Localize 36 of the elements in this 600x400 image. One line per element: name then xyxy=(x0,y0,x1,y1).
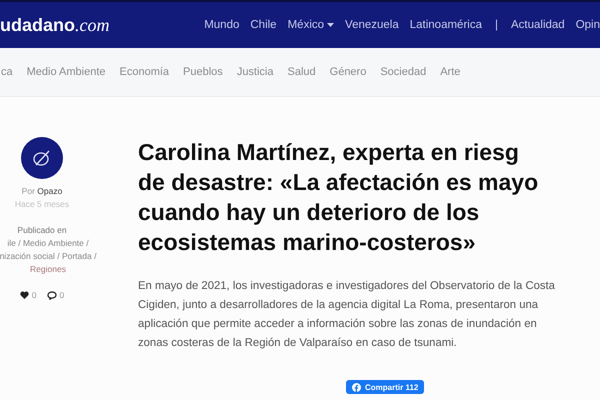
comment-icon[interactable] xyxy=(46,290,56,300)
category-links[interactable]: ile / Medio Ambiente / xyxy=(7,238,89,248)
facebook-icon xyxy=(352,382,361,392)
nav-link[interactable]: Chile xyxy=(250,19,277,31)
category-link[interactable]: Medio Ambiente xyxy=(26,66,106,78)
nav-link[interactable]: Opin xyxy=(576,19,600,31)
article-text-line: En mayo de 2021, los investigadoras e investigadores del Observatorio de la Costa xyxy=(138,279,556,294)
avatar-icon[interactable] xyxy=(21,137,63,179)
nav-link[interactable]: México xyxy=(288,19,334,31)
category-link[interactable]: Género xyxy=(330,66,366,78)
heart-icon[interactable] xyxy=(20,291,29,299)
nav-link[interactable]: Latinoamérica xyxy=(410,19,482,31)
nav-link[interactable]: Mundo xyxy=(204,19,240,31)
site-logo[interactable]: udadano.com xyxy=(0,14,110,36)
article-text-line: Cigiden, junto a desarrolladores de la agencia digital La Roma, presentaron una xyxy=(138,298,540,313)
post-time: Hace 5 meses xyxy=(14,199,70,209)
share-button[interactable]: Compartir 112 xyxy=(346,380,424,394)
nav-link[interactable]: Actualidad xyxy=(510,19,565,31)
published-label: Publicado en xyxy=(17,225,67,235)
category-link[interactable]: Pueblos xyxy=(183,66,223,78)
category-link[interactable]: Economía xyxy=(120,66,170,78)
article-title: Carolina Martínez, experta en riesg de desastre: «La afectación es mayo cuando hay un deterioro de los ecosistemas marino-costeros» xyxy=(138,138,540,257)
category-links[interactable]: nización social / Portada / xyxy=(0,251,96,261)
nav-link[interactable]: Venezuela xyxy=(345,19,399,31)
category-link[interactable]: Salud xyxy=(288,66,316,78)
category-link[interactable]: Arte xyxy=(440,66,460,78)
author-byline: Por Opazo xyxy=(22,186,62,196)
nav-divider: | xyxy=(494,19,498,31)
category-link[interactable]: Sociedad xyxy=(380,66,426,78)
category-link[interactable]: Justicia xyxy=(236,66,274,78)
category-link[interactable]: ca xyxy=(1,66,13,78)
comment-count: 0 xyxy=(60,290,64,300)
category-links[interactable]: Regiones xyxy=(30,264,66,274)
article-text-line: aplicación que permite acceder a información sobre las zonas de inundación en xyxy=(138,317,538,332)
article-text-line: zonas costeras de la Región de Valparaíso en caso de tsunami. xyxy=(138,336,458,351)
like-count: 0 xyxy=(32,290,36,300)
